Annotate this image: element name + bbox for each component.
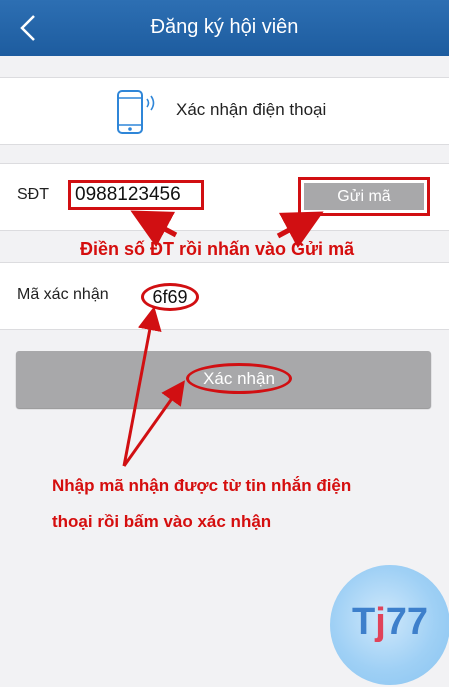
arrow-to-phone (130, 210, 178, 248)
watermark-part-j: j (375, 601, 386, 643)
arrow-to-send-button (276, 211, 324, 249)
watermark-text: Tj77 (330, 601, 449, 644)
watermark-part-t: T (351, 601, 376, 643)
tj77-watermark-logo: Tj77 (330, 565, 449, 685)
watermark-part-77: 77 (385, 601, 429, 643)
